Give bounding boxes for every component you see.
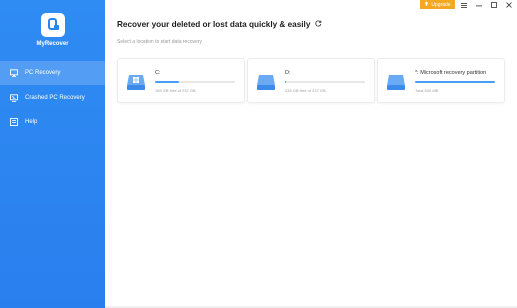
help-icon (10, 118, 18, 126)
upgrade-label: Upgrade (431, 1, 451, 8)
drive-size: 165 GB free of 237 GB (155, 88, 196, 93)
drive-name: D: (285, 70, 291, 76)
page-subtitle: Select a location to start data recovery (117, 39, 203, 45)
drive-card-recovery-partition[interactable]: *: Microsoft recovery partition Total 50… (377, 58, 505, 103)
maximize-button[interactable] (487, 0, 501, 10)
page-title-text: Recover your deleted or lost data quickl… (117, 20, 311, 29)
monitor-icon (10, 69, 18, 77)
drive-usage-fill (155, 81, 179, 83)
drive-card-c[interactable]: C: 165 GB free of 237 GB (117, 58, 245, 103)
drive-usage-fill (285, 81, 286, 83)
menu-button[interactable] (457, 0, 471, 10)
sidebar-item-pc-recovery[interactable]: PC Recovery (0, 61, 105, 85)
drive-icon (256, 73, 276, 91)
sidebar-item-help[interactable]: Help (0, 110, 105, 134)
refresh-icon[interactable] (315, 20, 322, 29)
close-button[interactable] (502, 0, 516, 10)
app-name: MyRecover (36, 41, 69, 47)
crashed-pc-icon (10, 94, 18, 102)
drive-usage-bar (155, 81, 235, 83)
upgrade-icon (424, 1, 429, 8)
drive-size: Total 500 MB (415, 88, 439, 93)
upgrade-button[interactable]: Upgrade (420, 0, 455, 9)
drive-card-d[interactable]: D: 235 GB free of 237 GB (247, 58, 375, 103)
sidebar-item-crashed-pc-recovery[interactable]: Crashed PC Recovery (0, 86, 105, 110)
windows-drive-icon (126, 73, 146, 91)
drive-name: *: Microsoft recovery partition (415, 70, 487, 76)
drive-name: C: (155, 70, 161, 76)
drive-usage-bar (415, 81, 495, 83)
maximize-icon (491, 2, 497, 8)
sidebar: MyRecover PC Recovery Crashed PC Recover… (0, 0, 105, 308)
app-logo-icon (41, 13, 65, 37)
sidebar-item-label: PC Recovery (25, 70, 61, 76)
sidebar-item-label: Crashed PC Recovery (25, 95, 85, 101)
drive-usage-fill (415, 81, 495, 83)
page-title: Recover your deleted or lost data quickl… (117, 20, 322, 29)
minimize-icon (476, 5, 482, 6)
close-icon (506, 2, 512, 8)
drive-icon (386, 73, 406, 91)
sidebar-item-label: Help (25, 119, 38, 125)
menu-icon (461, 2, 467, 8)
drive-size: 235 GB free of 237 GB (285, 88, 326, 93)
drive-usage-bar (285, 81, 365, 83)
minimize-button[interactable] (472, 0, 486, 10)
